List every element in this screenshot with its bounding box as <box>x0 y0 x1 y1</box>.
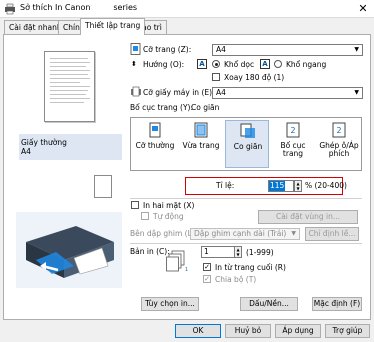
divider <box>130 243 362 244</box>
copies-icon: 1 <box>166 250 188 272</box>
rotate180-label: Xoay 180 độ (1) <box>224 73 285 82</box>
print-area-button[interactable]: Cài đặt vùng in... <box>258 210 358 224</box>
printer-illustration <box>16 212 122 288</box>
stapling-side-select[interactable]: Dập ghim cạnh dài (Trái) ▼ <box>190 228 300 240</box>
duplex-label: In hai mặt (X) <box>143 201 195 210</box>
copies-spinner[interactable]: ▲ ▼ <box>234 246 242 258</box>
stamp-background-button[interactable]: Dấu/Nền... <box>240 297 298 311</box>
layout-fit-to-page[interactable]: Vừa trang <box>179 120 223 168</box>
scaling-range: % (20-400) <box>305 181 347 190</box>
orientation-label: Hướng (O): <box>143 60 185 69</box>
svg-text:2: 2 <box>290 126 295 135</box>
chevron-down-icon: ▼ <box>354 89 359 96</box>
printer-paper-size-select[interactable]: A4 ▼ <box>212 87 363 99</box>
scaling-spinner[interactable]: ▲ ▼ <box>294 180 302 192</box>
window-title: Sở thích In Canon series <box>20 3 138 12</box>
paper-size: A4 <box>21 147 31 156</box>
page-layout-selector: Cỡ thường Vừa trang Co giãn 2 Bố cục tra… <box>130 117 362 171</box>
svg-text:1: 1 <box>185 267 188 272</box>
apply-button[interactable]: Áp dụng <box>275 324 321 338</box>
layout-poster[interactable]: 2 Ghép ô/Áp phích <box>317 120 361 168</box>
help-button[interactable]: Trợ giúp <box>325 324 370 338</box>
page-preview <box>44 51 95 122</box>
layout-fit-icon <box>194 122 208 138</box>
scaling-group: Tỉ lệ: 115 ▲ ▼ % (20-400) <box>185 177 347 195</box>
rotate180-checkbox[interactable] <box>212 73 220 81</box>
portrait-label: Khổ dọc <box>224 60 255 69</box>
copies-label: Bản in (C): <box>130 247 170 256</box>
close-icon[interactable]: ✕ <box>352 0 374 18</box>
landscape-label: Khổ ngang <box>286 60 327 69</box>
scaling-input[interactable]: 115 <box>268 180 294 192</box>
chevron-down-icon: ▼ <box>291 230 296 237</box>
page-layout-current: Co giãn <box>191 103 220 112</box>
landscape-radio[interactable] <box>274 60 282 68</box>
collate-checkbox[interactable]: ✓ <box>203 275 211 283</box>
reverse-order-label: In từ trang cuối (R) <box>215 263 286 272</box>
svg-text:2: 2 <box>336 126 341 135</box>
duplex-auto-checkbox[interactable] <box>141 212 149 220</box>
page-size-label: Cỡ trang (Z): <box>143 45 192 54</box>
cancel-button[interactable]: Huỷ bỏ <box>225 324 271 338</box>
reverse-order-checkbox[interactable]: ✓ <box>203 263 211 271</box>
tab-page-setup[interactable]: Thiết lập trang <box>80 18 146 35</box>
printer-icon <box>5 3 15 15</box>
defaults-button[interactable]: Mặc định (F) <box>312 297 362 311</box>
paper-size-icon <box>131 86 141 97</box>
layout-pagelayout-icon: 2 <box>286 122 300 138</box>
printer-paper-size-label: Cỡ giấy máy in (E): <box>143 88 215 97</box>
scaling-label: Tỉ lệ: <box>216 181 235 190</box>
layout-normal-icon <box>149 122 161 138</box>
paper-thumbnail <box>94 175 112 198</box>
print-options-button[interactable]: Tùy chọn in... <box>141 297 199 311</box>
page-size-icon <box>130 43 141 55</box>
ok-button[interactable]: OK <box>175 324 221 338</box>
page-layout-label: Bố cục trang (Y): <box>130 103 193 112</box>
paper-info: Giấy thường A4 <box>19 134 122 160</box>
orientation-arrow-icon: ⬍ <box>131 60 137 68</box>
collate-label: Chia bộ (T) <box>215 275 257 284</box>
duplex-auto-label: Tự động <box>153 212 184 221</box>
divider <box>130 198 362 199</box>
chevron-down-icon: ▼ <box>354 46 359 53</box>
layout-poster-icon: 2 <box>332 122 346 138</box>
layout-page-layout[interactable]: 2 Bố cục trang <box>271 120 315 168</box>
stapling-side-label: Bên dập ghim (L): <box>130 229 198 238</box>
paper-type: Giấy thường <box>21 138 67 147</box>
portrait-radio[interactable] <box>212 60 220 68</box>
landscape-icon: A <box>260 59 270 69</box>
layout-scaled[interactable]: Co giãn <box>225 120 269 168</box>
portrait-icon: A <box>197 59 207 69</box>
layout-scaled-icon <box>240 123 255 138</box>
duplex-checkbox[interactable] <box>131 201 139 209</box>
title-bar: Sở thích In Canon series ✕ <box>0 0 374 18</box>
specify-margin-button[interactable]: Chỉ định lề... <box>305 227 359 241</box>
copies-range: (1-999) <box>246 248 274 257</box>
layout-normal[interactable]: Cỡ thường <box>133 120 177 168</box>
page-size-select[interactable]: A4 ▼ <box>212 44 363 56</box>
